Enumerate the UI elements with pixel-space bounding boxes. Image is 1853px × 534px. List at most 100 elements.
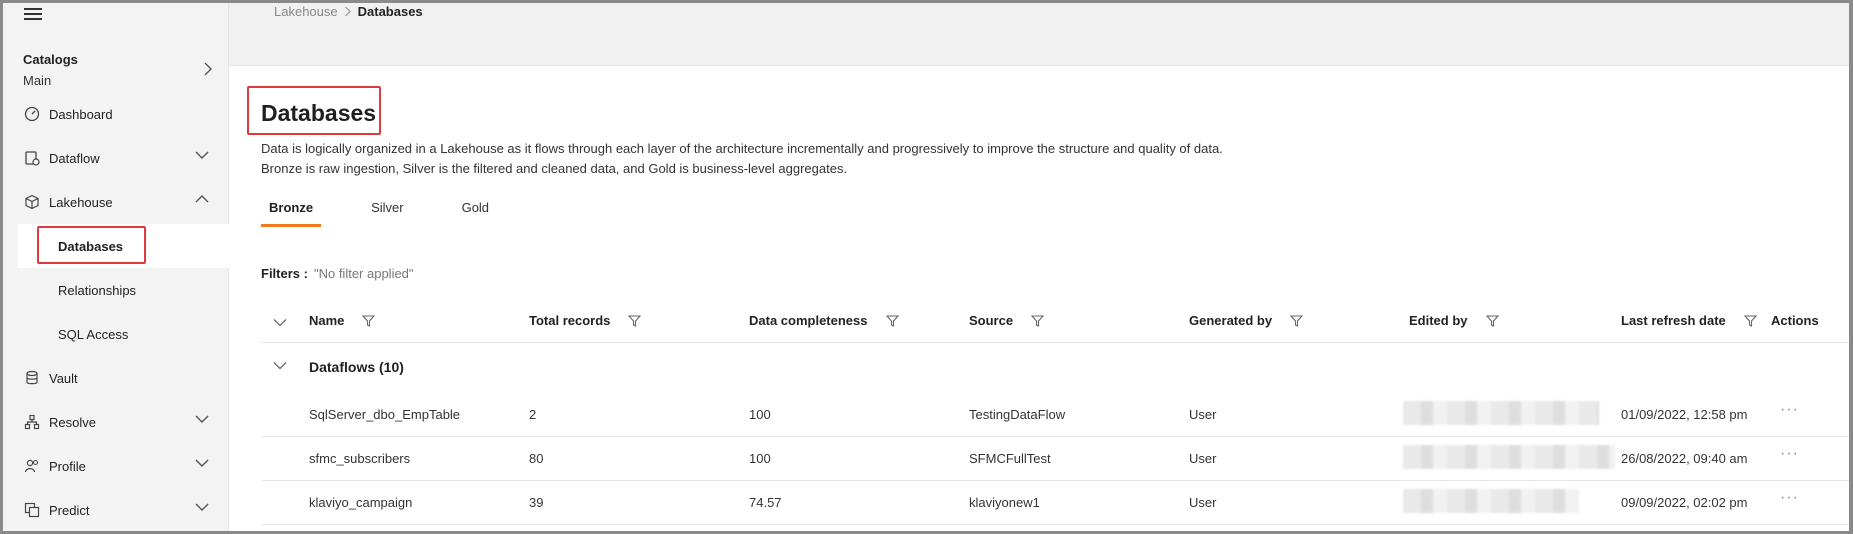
sidebar-item-profile[interactable]: Profile	[0, 444, 229, 488]
breadcrumb: Lakehouse Databases	[274, 4, 423, 19]
cell-name[interactable]: klaviyo_campaign	[309, 495, 412, 510]
more-actions-icon[interactable]: ···	[1780, 489, 1799, 507]
column-header-name[interactable]: Name	[309, 313, 376, 328]
cell-total-records: 80	[529, 451, 544, 466]
dataflow-icon	[25, 151, 40, 166]
cell-completeness: 100	[749, 451, 771, 466]
cell-completeness: 74.57	[749, 495, 782, 510]
description-line: Bronze is raw ingestion, Silver is the f…	[261, 161, 848, 176]
column-header-source[interactable]: Source	[969, 313, 1045, 328]
column-header-data-completeness[interactable]: Data completeness	[749, 313, 899, 328]
dashboard-icon	[24, 106, 40, 122]
database-icon	[26, 370, 38, 385]
cell-generated-by: User	[1189, 495, 1217, 510]
catalog-name: Main	[23, 73, 52, 88]
page-description: Data is logically organized in a Lakehou…	[261, 139, 1223, 179]
sidebar-item-label: Dataflow	[49, 150, 100, 166]
cell-total-records: 39	[529, 495, 544, 510]
group-label: Dataflows (10)	[309, 359, 404, 375]
column-label: Total records	[529, 313, 611, 328]
cell-edited-by-redacted	[1403, 445, 1615, 469]
cell-completeness: 100	[749, 407, 771, 422]
sidebar-item-dataflow[interactable]: Dataflow	[0, 136, 229, 180]
sidebar: Catalogs Main Dashboard Dataflow Lakehou…	[0, 0, 229, 534]
chevron-right-icon	[204, 62, 212, 76]
predict-icon	[24, 502, 40, 518]
chevron-down-icon[interactable]	[273, 361, 287, 370]
filter-icon[interactable]	[885, 314, 899, 327]
chevron-down-icon[interactable]	[195, 458, 209, 468]
cell-total-records: 2	[529, 407, 537, 422]
people-icon	[24, 459, 39, 473]
cell-source: TestingDataFlow	[969, 407, 1066, 422]
sidebar-item-resolve[interactable]: Resolve	[0, 400, 229, 444]
cell-generated-by: User	[1189, 407, 1217, 422]
sidebar-item-predict[interactable]: Predict	[0, 488, 229, 532]
catalog-title: Catalogs	[23, 52, 78, 67]
sidebar-subitem-label: SQL Access	[58, 326, 129, 342]
table-row[interactable]: sfmc_subscribers 80 100 SFMCFullTest Use…	[261, 437, 1849, 481]
column-header-generated-by[interactable]: Generated by	[1189, 313, 1304, 328]
chevron-down-icon[interactable]	[195, 150, 209, 160]
cell-last-refresh: 01/09/2022, 12:58 pm	[1621, 407, 1748, 422]
cell-generated-by: User	[1189, 451, 1217, 466]
tab-silver[interactable]: Silver	[363, 200, 412, 227]
cell-source: klaviyonew1	[969, 495, 1040, 510]
cell-name[interactable]: sfmc_subscribers	[309, 451, 410, 466]
column-header-edited-by[interactable]: Edited by	[1409, 313, 1499, 328]
cell-edited-by-redacted	[1403, 401, 1599, 425]
sidebar-item-label: Profile	[49, 458, 86, 474]
cell-last-refresh: 09/09/2022, 02:02 pm	[1621, 495, 1748, 510]
chevron-down-icon[interactable]	[195, 414, 209, 424]
page-title: Databases	[261, 100, 377, 126]
filter-icon[interactable]	[1485, 314, 1499, 327]
filter-icon[interactable]	[1031, 314, 1045, 327]
hamburger-menu-icon[interactable]	[24, 8, 42, 20]
sidebar-subitem-sql-access[interactable]: SQL Access	[18, 312, 229, 356]
chevron-down-icon[interactable]	[273, 318, 287, 327]
sidebar-item-vault[interactable]: Vault	[0, 356, 229, 400]
table-header: Name Total records Data completeness Sou…	[261, 300, 1849, 343]
description-line: Data is logically organized in a Lakehou…	[261, 141, 1223, 156]
table-row[interactable]: klaviyo_campaign 39 74.57 klaviyonew1 Us…	[261, 481, 1849, 525]
filters-label: Filters :	[261, 266, 308, 281]
filters-bar: Filters : "No filter applied"	[261, 266, 414, 281]
sidebar-item-label: Predict	[49, 502, 90, 518]
table-row[interactable]: SqlServer_dbo_EmpTable 2 100 TestingData…	[261, 393, 1849, 437]
cell-edited-by-redacted	[1403, 489, 1579, 513]
column-header-total-records[interactable]: Total records	[529, 313, 642, 328]
filter-icon[interactable]	[628, 314, 642, 327]
tab-bronze[interactable]: Bronze	[261, 200, 322, 227]
sidebar-item-lakehouse[interactable]: Lakehouse	[0, 180, 229, 224]
filter-icon[interactable]	[362, 314, 376, 327]
tab-gold[interactable]: Gold	[454, 200, 497, 227]
sidebar-item-label: Dashboard	[49, 106, 113, 122]
more-actions-icon[interactable]: ···	[1780, 445, 1799, 463]
hierarchy-icon	[24, 414, 40, 430]
column-label: Generated by	[1189, 313, 1273, 328]
filter-icon[interactable]	[1743, 314, 1757, 327]
column-label: Actions	[1771, 313, 1819, 328]
chevron-down-icon[interactable]	[195, 502, 209, 512]
column-label: Data completeness	[749, 313, 868, 328]
sidebar-subitem-relationships[interactable]: Relationships	[18, 268, 229, 312]
filters-value: "No filter applied"	[313, 266, 414, 281]
chevron-up-icon[interactable]	[195, 194, 209, 204]
breadcrumb-current: Databases	[357, 4, 423, 19]
column-label: Source	[969, 313, 1014, 328]
column-header-last-refresh[interactable]: Last refresh date	[1621, 313, 1757, 328]
catalog-selector[interactable]: Catalogs Main	[23, 52, 213, 88]
sidebar-subitem-label: Relationships	[58, 282, 137, 298]
cell-last-refresh: 26/08/2022, 09:40 am	[1621, 451, 1748, 466]
group-row-dataflows[interactable]: Dataflows (10)	[261, 343, 1849, 393]
chevron-right-icon	[344, 6, 351, 17]
cell-name[interactable]: SqlServer_dbo_EmpTable	[309, 407, 460, 422]
more-actions-icon[interactable]: ···	[1780, 401, 1799, 419]
cube-icon	[25, 194, 39, 210]
breadcrumb-lakehouse[interactable]: Lakehouse	[274, 4, 338, 19]
sidebar-item-dashboard[interactable]: Dashboard	[0, 92, 229, 136]
sidebar-item-label: Vault	[49, 370, 78, 386]
filter-icon[interactable]	[1290, 314, 1304, 327]
sidebar-item-label: Resolve	[49, 414, 96, 430]
column-header-actions: Actions	[1771, 313, 1819, 328]
